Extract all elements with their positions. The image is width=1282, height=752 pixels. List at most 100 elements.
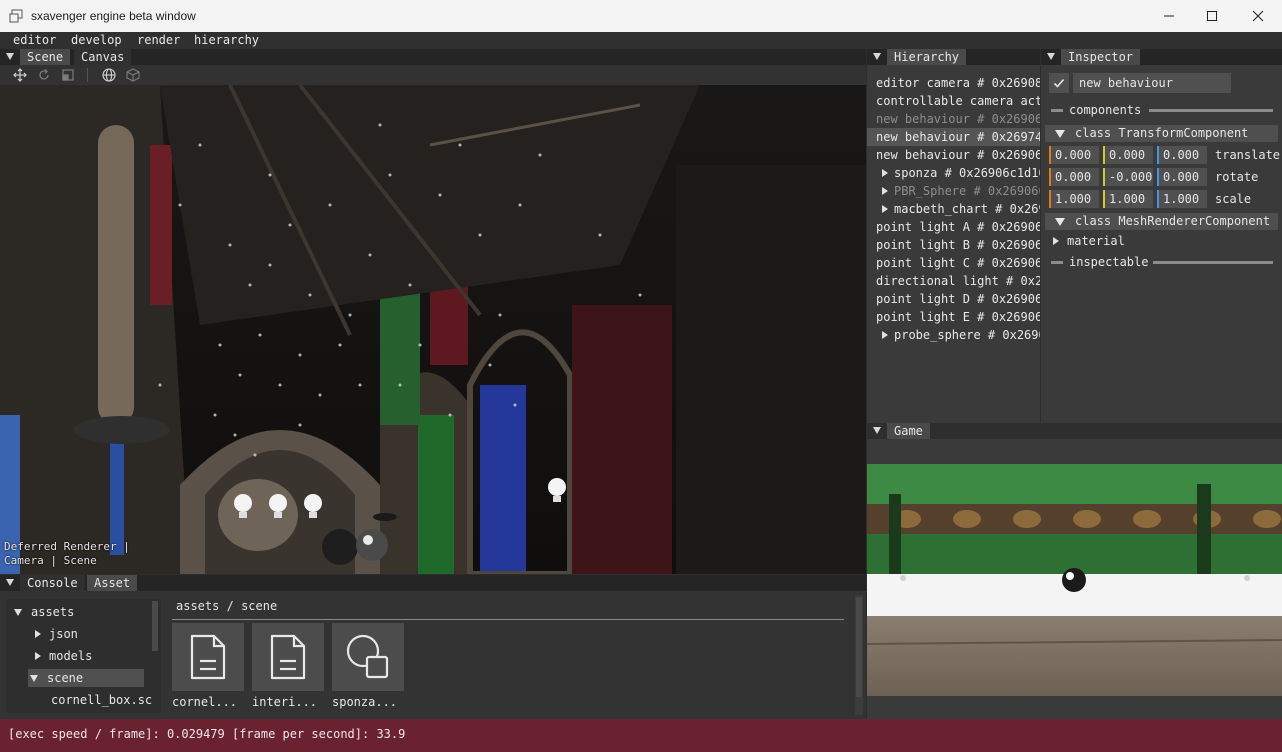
toolbar-divider xyxy=(87,68,88,82)
mesh-renderer-component-header[interactable]: class MeshRendererComponent xyxy=(1045,213,1278,230)
collapsed-arrow-icon[interactable] xyxy=(882,169,888,177)
collapse-triangle-icon[interactable] xyxy=(1047,53,1055,60)
hierarchy-item[interactable]: sponza # 0x26906c1d10 xyxy=(867,164,1040,182)
hierarchy-item[interactable]: point light D # 0x26906c xyxy=(867,290,1040,308)
hierarchy-item[interactable]: new behaviour # 0x269746 xyxy=(867,128,1040,146)
rotate-y-field[interactable]: -0.000 xyxy=(1103,168,1153,186)
local-space-button[interactable] xyxy=(125,67,141,83)
file-tile-cornell[interactable] xyxy=(172,623,244,691)
file-tile-interior[interactable] xyxy=(252,623,324,691)
asset-tree-label: scene xyxy=(47,671,84,685)
tab-scene[interactable]: Scene xyxy=(20,49,71,65)
expanded-arrow-icon[interactable] xyxy=(14,609,22,616)
game-panel: Game xyxy=(867,423,1282,719)
menu-editor[interactable]: editor xyxy=(13,33,56,47)
hierarchy-item[interactable]: point light A # 0x26906 xyxy=(867,218,1040,236)
hierarchy-item[interactable]: new behaviour # 0x269066 xyxy=(867,110,1040,128)
collapse-triangle-icon[interactable] xyxy=(6,53,14,60)
collapsed-arrow-icon[interactable] xyxy=(882,187,888,195)
scene-viewport[interactable]: Deferred Renderer | Camera | Scene xyxy=(0,85,866,574)
hierarchy-item[interactable]: directional light # 0x26 xyxy=(867,272,1040,290)
hierarchy-panel: Hierarchy editor camera # 0x269088 contro… xyxy=(867,49,1040,423)
expanded-arrow-icon[interactable] xyxy=(30,675,38,682)
expanded-triangle-icon xyxy=(1055,218,1065,226)
tab-asset[interactable]: Asset xyxy=(87,575,138,591)
hierarchy-item-label: new behaviour # 0x269066 xyxy=(876,112,1040,126)
minimize-button[interactable] xyxy=(1146,0,1192,32)
hierarchy-item[interactable]: editor camera # 0x269088 xyxy=(867,74,1040,92)
move-tool-button[interactable] xyxy=(12,67,28,83)
scale-y-field[interactable]: 1.000 xyxy=(1103,190,1153,208)
rotate-z-field[interactable]: 0.000 xyxy=(1157,168,1207,186)
asset-tree-item[interactable]: json xyxy=(35,625,78,643)
material-tree-node[interactable]: material xyxy=(1053,234,1125,248)
asset-tree-item[interactable]: models xyxy=(35,647,92,665)
hierarchy-tabbar: Hierarchy xyxy=(867,49,1040,65)
enabled-checkbox[interactable] xyxy=(1049,73,1069,93)
hierarchy-item[interactable]: point light E # 0x26906c xyxy=(867,308,1040,326)
hierarchy-item[interactable]: point light B # 0x26906c xyxy=(867,236,1040,254)
menu-render[interactable]: render xyxy=(137,33,180,47)
collapsed-arrow-icon[interactable] xyxy=(882,331,888,339)
hierarchy-item[interactable]: controllable camera actor xyxy=(867,92,1040,110)
file-label-interior: interi... xyxy=(252,695,318,709)
hierarchy-item[interactable]: point light C # 0x26906c xyxy=(867,254,1040,272)
separator xyxy=(1149,109,1273,112)
collapse-triangle-icon[interactable] xyxy=(873,427,881,434)
translate-z-field[interactable]: 0.000 xyxy=(1157,146,1207,164)
collapsed-arrow-icon[interactable] xyxy=(35,652,41,660)
scale-x-field[interactable]: 1.000 xyxy=(1049,190,1099,208)
hierarchy-item[interactable]: probe_sphere # 0x2690 xyxy=(867,326,1040,344)
game-viewport[interactable] xyxy=(867,464,1282,696)
mesh-renderer-component-title: class MeshRendererComponent xyxy=(1075,214,1271,228)
breadcrumb-scene[interactable]: scene xyxy=(241,599,277,613)
transform-component-header[interactable]: class TransformComponent xyxy=(1045,125,1278,142)
checkmark-icon xyxy=(1053,78,1065,88)
collapse-triangle-icon[interactable] xyxy=(873,53,881,60)
tab-inspector[interactable]: Inspector xyxy=(1061,49,1141,65)
tab-game[interactable]: Game xyxy=(887,423,930,439)
file-tile-sponza[interactable] xyxy=(332,623,404,691)
translate-x-field[interactable]: 0.000 xyxy=(1049,146,1099,164)
collapse-triangle-icon[interactable] xyxy=(6,579,14,586)
tab-hierarchy[interactable]: Hierarchy xyxy=(887,49,967,65)
menu-bar: editor develop render hierarchy xyxy=(0,32,1282,49)
document-icon xyxy=(270,634,306,680)
scale-z-field[interactable]: 1.000 xyxy=(1157,190,1207,208)
tab-console[interactable]: Console xyxy=(20,575,85,591)
collapsed-arrow-icon[interactable] xyxy=(35,630,41,638)
asset-tree-label: assets xyxy=(31,605,75,619)
object-name-field[interactable]: new behaviour xyxy=(1073,73,1231,93)
tab-canvas[interactable]: Canvas xyxy=(74,49,132,65)
hierarchy-item-label: point light E # 0x26906c xyxy=(876,310,1040,324)
hierarchy-item[interactable]: new behaviour # 0x269066 xyxy=(867,146,1040,164)
tree-scrollbar[interactable] xyxy=(152,601,158,651)
minimize-icon xyxy=(1164,15,1174,17)
maximize-button[interactable] xyxy=(1189,0,1235,32)
menu-develop[interactable]: develop xyxy=(71,33,122,47)
rotate-x-field[interactable]: 0.000 xyxy=(1049,168,1099,186)
breadcrumb-assets[interactable]: assets xyxy=(176,599,219,613)
collapsed-arrow-icon xyxy=(1053,237,1059,245)
separator xyxy=(1051,261,1063,264)
hierarchy-item[interactable]: macbeth_chart # 0x269 xyxy=(867,200,1040,218)
translate-y-field[interactable]: 0.000 xyxy=(1103,146,1153,164)
asset-tree-item[interactable]: scene xyxy=(28,669,144,687)
hierarchy-item[interactable]: PBR_Sphere # 0x269066 xyxy=(867,182,1040,200)
app-icon xyxy=(9,9,23,23)
asset-tree: assets json models scene cornell_box.sc xyxy=(6,599,161,713)
breadcrumb-separator: / xyxy=(226,599,234,613)
close-button[interactable] xyxy=(1235,0,1281,32)
translate-label: translate xyxy=(1215,148,1281,162)
rotate-tool-button[interactable] xyxy=(36,67,52,83)
asset-tree-item[interactable]: cornell_box.sc xyxy=(51,691,152,709)
collapsed-arrow-icon[interactable] xyxy=(882,205,888,213)
asset-tree-item[interactable]: assets xyxy=(14,603,74,621)
hierarchy-item-label: new behaviour # 0x269066 xyxy=(876,148,1040,162)
rotate-icon xyxy=(39,69,49,80)
scale-tool-button[interactable] xyxy=(60,67,76,83)
inspector-tabbar: Inspector xyxy=(1041,49,1282,65)
asset-scrollbar-thumb[interactable] xyxy=(856,597,862,697)
global-space-button[interactable] xyxy=(101,67,117,83)
menu-hierarchy[interactable]: hierarchy xyxy=(194,33,259,47)
